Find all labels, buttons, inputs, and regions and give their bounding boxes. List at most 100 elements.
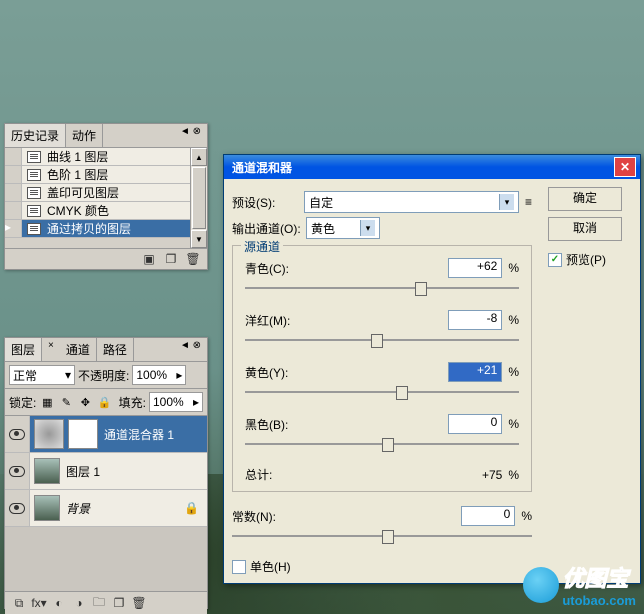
- eye-icon: [9, 429, 25, 440]
- yellow-input[interactable]: +21: [448, 362, 502, 382]
- close-icon[interactable]: ✕: [614, 157, 636, 177]
- fill-label: 填充:: [119, 394, 146, 411]
- panel-menu-icon[interactable]: ◄ ⊗: [174, 124, 207, 147]
- yellow-slider[interactable]: [245, 386, 519, 398]
- snapshot-icon[interactable]: ▣: [141, 251, 157, 267]
- cyan-slider[interactable]: [245, 282, 519, 294]
- total-value: +75: [458, 468, 502, 482]
- output-channel-label: 输出通道(O):: [232, 220, 306, 237]
- black-label: 黑色(B):: [245, 416, 448, 433]
- scrollbar[interactable]: ▲ ▼: [190, 148, 207, 248]
- magenta-label: 洋红(M):: [245, 312, 448, 329]
- mask-icon[interactable]: ◐: [51, 595, 67, 611]
- mask-thumb: [68, 419, 98, 449]
- history-panel: 历史记录 动作 ◄ ⊗ 曲线 1 图层 色阶 1 图层 盖印可见图层 CMYK …: [4, 123, 208, 270]
- layer-icon: [25, 151, 43, 163]
- ok-button[interactable]: 确定: [548, 187, 622, 211]
- tab-history[interactable]: 历史记录: [5, 124, 66, 147]
- constant-input[interactable]: 0: [461, 506, 515, 526]
- history-footer: ▣ ❐ 🗑: [5, 248, 207, 269]
- history-item[interactable]: 盖印可见图层: [5, 184, 190, 202]
- constant-label: 常数(N):: [232, 508, 461, 525]
- preset-menu-icon[interactable]: ≡: [525, 195, 532, 209]
- preview-checkbox[interactable]: ✓预览(P): [548, 251, 630, 268]
- black-slider[interactable]: [245, 438, 519, 450]
- output-channel-select[interactable]: 黄色▾: [306, 217, 380, 239]
- cyan-input[interactable]: +62: [448, 258, 502, 278]
- layer-thumb: [34, 419, 64, 449]
- history-list: 曲线 1 图层 色阶 1 图层 盖印可见图层 CMYK 颜色 ▸通过拷贝的图层: [5, 148, 190, 248]
- visibility-toggle[interactable]: [5, 416, 30, 452]
- trash-icon[interactable]: 🗑: [131, 595, 147, 611]
- layer-icon: [25, 187, 43, 199]
- layer-icon: [25, 169, 43, 181]
- layer-row[interactable]: 通道混合器 1: [5, 416, 207, 453]
- dialog-title: 通道混和器: [232, 159, 292, 176]
- lock-label: 锁定:: [9, 394, 36, 411]
- lock-paint-icon[interactable]: ✎: [58, 394, 74, 410]
- new-layer-icon[interactable]: ❐: [111, 595, 127, 611]
- layers-tabs: 图层 × 通道 路径 ◄ ⊗: [5, 338, 207, 362]
- layer-row[interactable]: 背景 🔒: [5, 490, 207, 527]
- preset-select[interactable]: 自定▾: [304, 191, 519, 213]
- panel-menu-icon[interactable]: ◄ ⊗: [174, 338, 207, 361]
- layer-row[interactable]: 图层 1: [5, 453, 207, 490]
- lock-move-icon[interactable]: ✥: [77, 394, 93, 410]
- history-tabs: 历史记录 动作 ◄ ⊗: [5, 124, 207, 148]
- layer-name: 通道混合器 1: [104, 426, 174, 443]
- history-item[interactable]: 色阶 1 图层: [5, 166, 190, 184]
- source-channels-group: 源通道 青色(C):+62% 洋红(M):-8% 黄色(Y):+21% 黑色(B…: [232, 245, 532, 492]
- dialog-titlebar[interactable]: 通道混和器 ✕: [224, 155, 640, 179]
- watermark-icon: [523, 567, 559, 603]
- channel-mixer-dialog: 通道混和器 ✕ 确定 取消 ✓预览(P) 预设(S): 自定▾ ≡ 输出通道(O…: [223, 154, 641, 584]
- magenta-input[interactable]: -8: [448, 310, 502, 330]
- layer-thumb: [34, 458, 60, 484]
- history-item[interactable]: 曲线 1 图层: [5, 148, 190, 166]
- watermark-brand: 优图宝: [562, 561, 636, 593]
- fx-icon[interactable]: fx▾: [31, 595, 47, 611]
- layer-icon: [25, 205, 43, 217]
- black-input[interactable]: 0: [448, 414, 502, 434]
- constant-slider[interactable]: [232, 530, 532, 542]
- layers-controls: 正常▾ 不透明度: 100%▸: [5, 362, 207, 389]
- adjustment-icon[interactable]: ◑: [71, 595, 87, 611]
- tab-paths[interactable]: 路径: [97, 338, 134, 361]
- tab-actions[interactable]: 动作: [66, 124, 103, 147]
- watermark-url: utobao.com: [562, 593, 636, 608]
- layer-thumb: [34, 495, 60, 521]
- lock-transparency-icon[interactable]: ▦: [39, 394, 55, 410]
- dialog-buttons: 确定 取消 ✓预览(P): [548, 187, 630, 268]
- opacity-label: 不透明度:: [78, 367, 129, 384]
- layers-footer: ⧉ fx▾ ◐ ◑ 🗀 ❐ 🗑: [5, 591, 207, 614]
- fill-input[interactable]: 100%▸: [149, 392, 203, 412]
- source-legend: 源通道: [241, 238, 283, 255]
- eye-icon: [9, 503, 25, 514]
- eye-icon: [9, 466, 25, 477]
- monochrome-checkbox[interactable]: 单色(H): [232, 558, 532, 575]
- layer-name: 图层 1: [66, 463, 100, 480]
- folder-icon[interactable]: 🗀: [91, 595, 107, 611]
- tab-layers[interactable]: 图层: [5, 338, 42, 361]
- layer-icon: [25, 223, 43, 235]
- opacity-input[interactable]: 100%▸: [132, 365, 186, 385]
- yellow-label: 黄色(Y):: [245, 364, 448, 381]
- visibility-toggle[interactable]: [5, 490, 30, 526]
- cyan-label: 青色(C):: [245, 260, 448, 277]
- lock-icon: 🔒: [184, 501, 199, 515]
- total-label: 总计:: [245, 466, 458, 483]
- magenta-slider[interactable]: [245, 334, 519, 346]
- history-item[interactable]: CMYK 颜色: [5, 202, 190, 220]
- trash-icon[interactable]: 🗑: [185, 251, 201, 267]
- lock-all-icon[interactable]: 🔒: [96, 394, 112, 410]
- layer-name: 背景: [66, 500, 90, 517]
- visibility-toggle[interactable]: [5, 453, 30, 489]
- new-snapshot-icon[interactable]: ❐: [163, 251, 179, 267]
- link-icon[interactable]: ⧉: [11, 595, 27, 611]
- history-item[interactable]: ▸通过拷贝的图层: [5, 220, 190, 238]
- blend-mode-select[interactable]: 正常▾: [9, 365, 75, 385]
- preset-label: 预设(S):: [232, 194, 304, 211]
- cancel-button[interactable]: 取消: [548, 217, 622, 241]
- tab-channels[interactable]: 通道: [60, 338, 97, 361]
- watermark: 优图宝 utobao.com: [523, 561, 636, 608]
- layers-panel: 图层 × 通道 路径 ◄ ⊗ 正常▾ 不透明度: 100%▸ 锁定: ▦ ✎ ✥…: [4, 337, 208, 609]
